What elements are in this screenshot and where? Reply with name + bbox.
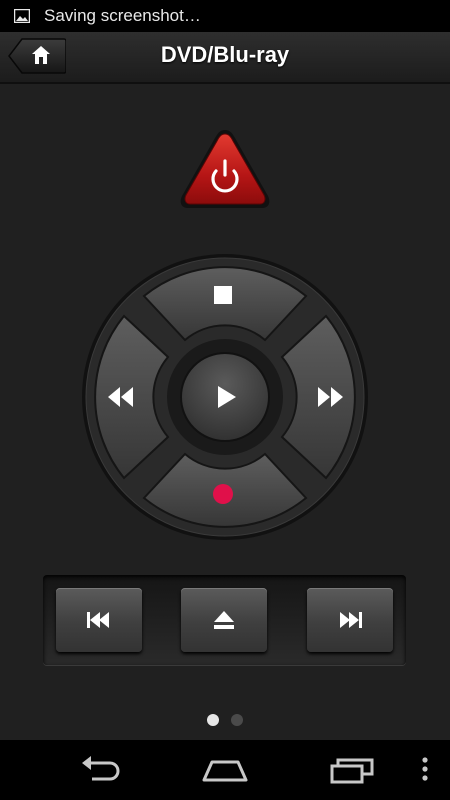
play-button[interactable] [180,352,270,442]
app-header: DVD/Blu-ray [0,32,450,84]
skip-next-icon [340,612,362,628]
record-icon [213,484,233,504]
eject-icon [214,611,234,629]
skip-previous-icon [87,612,109,628]
back-icon[interactable] [76,754,124,786]
page-indicator [0,714,450,726]
recent-apps-icon[interactable] [328,754,376,786]
overflow-menu-icon[interactable] [418,754,432,786]
transport-controls [43,575,406,665]
power-button[interactable] [178,128,272,212]
skip-next-button[interactable] [307,588,393,652]
navigation-bar [0,740,450,800]
skip-previous-button[interactable] [56,588,142,652]
home-icon[interactable] [200,754,250,786]
page-dot-active[interactable] [207,714,219,726]
stop-icon [214,286,232,304]
image-icon [14,9,30,23]
eject-button[interactable] [181,588,267,652]
status-text: Saving screenshot… [44,6,201,25]
dpad-control [82,254,368,540]
page-dot-inactive[interactable] [231,714,243,726]
page-title: DVD/Blu-ray [160,42,290,67]
status-bar: Saving screenshot… [0,0,450,32]
